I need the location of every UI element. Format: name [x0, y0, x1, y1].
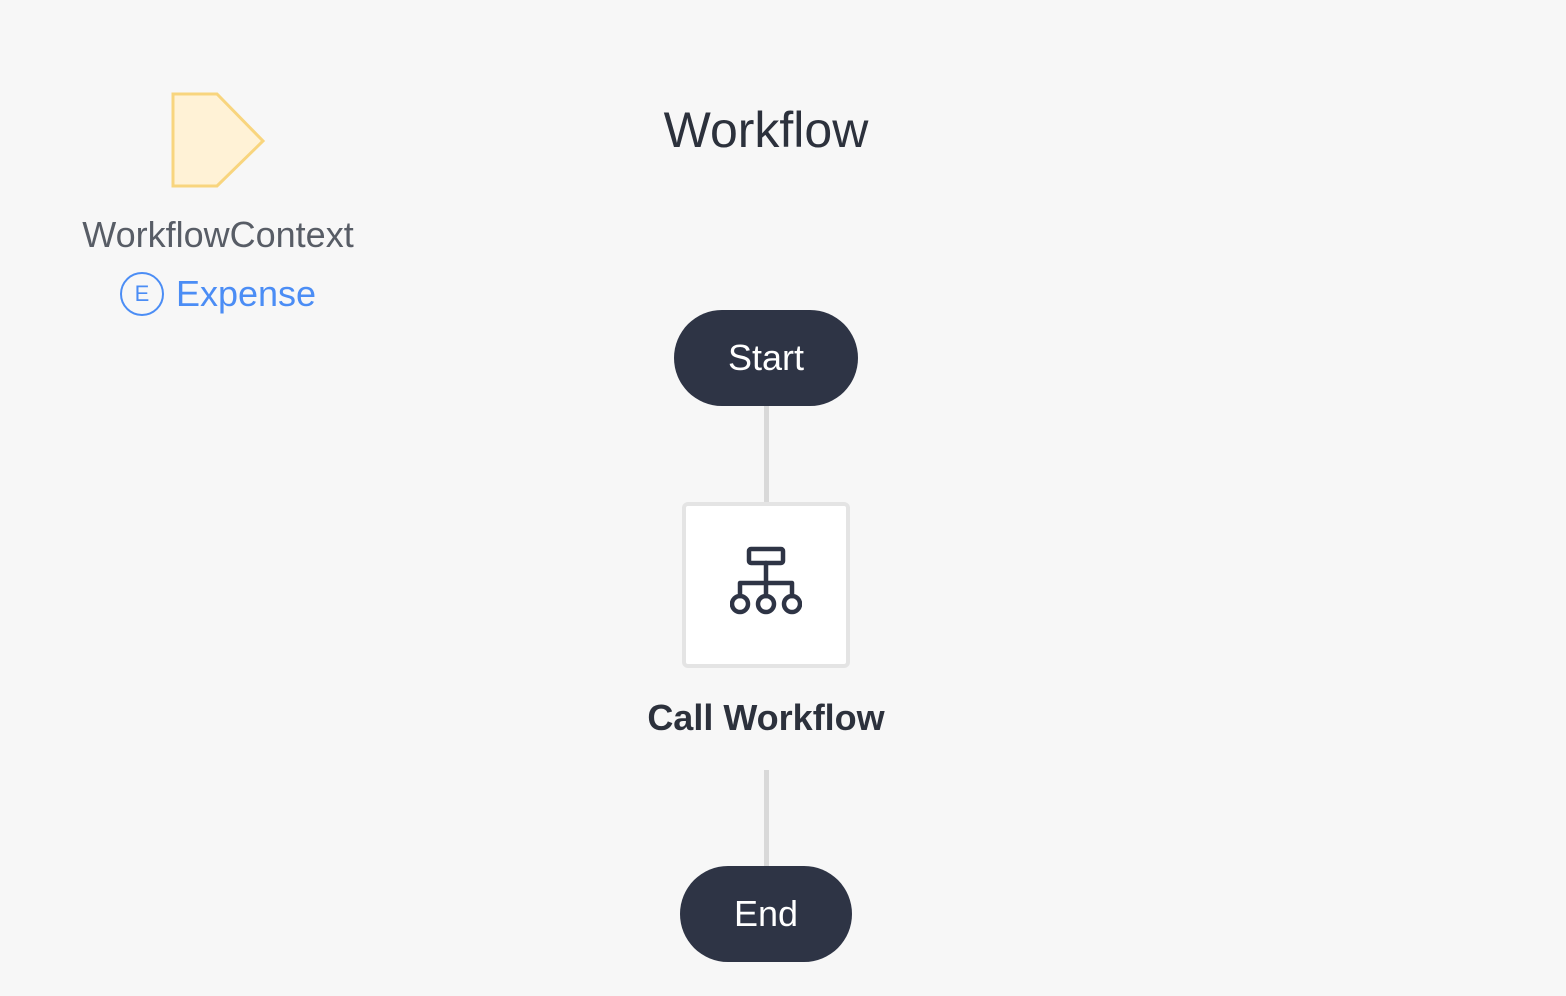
- flow-connector: [764, 406, 769, 504]
- pentagon-arrow-icon: [171, 92, 266, 188]
- workflow-editor-canvas: WorkflowContext E Expense Workflow Start…: [0, 0, 1566, 996]
- end-node[interactable]: End: [680, 866, 852, 962]
- context-parameter-name: WorkflowContext: [82, 214, 354, 255]
- flow-connector: [764, 770, 769, 866]
- end-node-label: End: [733, 893, 799, 934]
- start-node[interactable]: Start: [674, 310, 858, 406]
- workflow-context-parameter[interactable]: WorkflowContext E Expense: [60, 90, 376, 316]
- sitemap-icon: [730, 546, 802, 615]
- context-type-link[interactable]: E Expense: [119, 272, 316, 316]
- call-workflow-activity[interactable]: [682, 502, 850, 668]
- start-node-label: Start: [727, 337, 805, 378]
- flow-title: Workflow: [663, 102, 869, 158]
- entity-badge-icon: E: [119, 272, 164, 316]
- call-workflow-label: Call Workflow: [647, 697, 885, 738]
- context-type-label[interactable]: Expense: [176, 273, 316, 315]
